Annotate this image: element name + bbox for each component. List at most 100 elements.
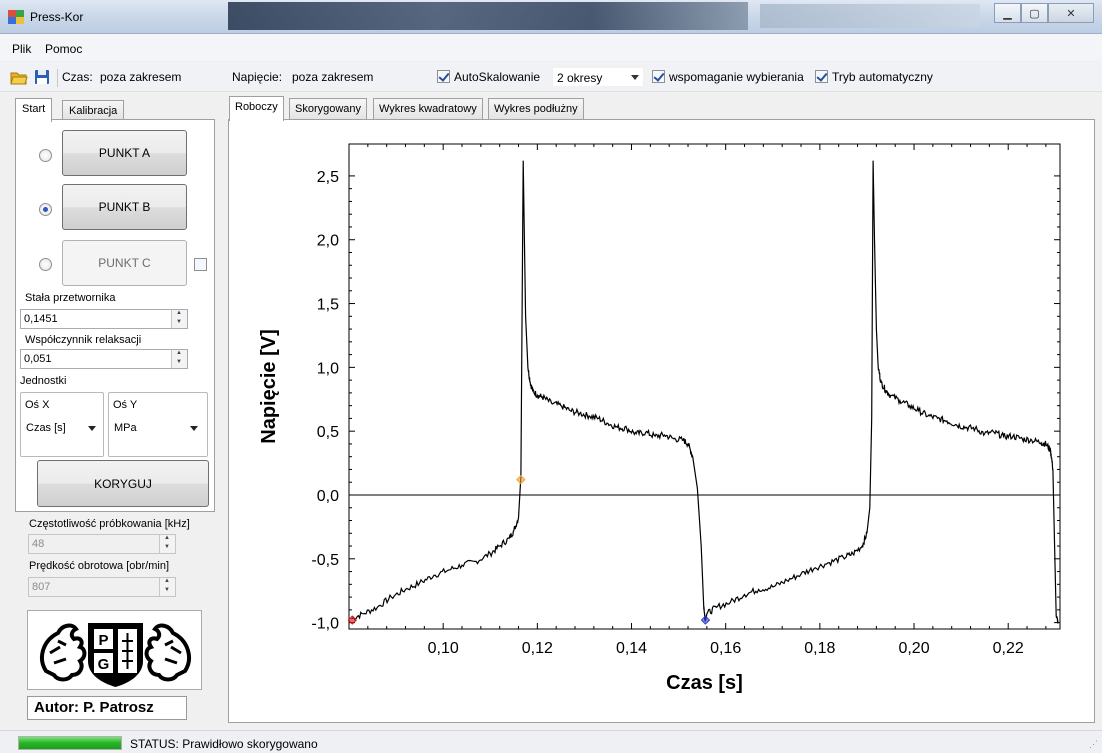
auto-mode-label: Tryb automatyczny [832, 70, 933, 84]
tab-start[interactable]: Start [15, 98, 53, 122]
autoscale-checkbox[interactable]: AutoSkalowanie [437, 70, 540, 84]
axis-y-value: MPa [114, 422, 137, 434]
progress-fill [19, 737, 121, 749]
auto-mode-checkbox[interactable]: Tryb automatyczny [815, 70, 933, 84]
assist-label: wspomaganie wybierania [669, 70, 804, 84]
axis-x-group: Oś X Czas [s] [20, 392, 104, 457]
axis-y-group: Oś Y MPa [108, 392, 208, 457]
checkbox-mark-icon [652, 70, 665, 83]
status-label: STATUS: [130, 737, 179, 751]
menu-plik[interactable]: Plik [12, 42, 31, 56]
chevron-down-icon [88, 426, 96, 431]
y-tick-label: 1,0 [317, 360, 339, 377]
status-progress [18, 736, 122, 750]
tab-roboczy[interactable]: Roboczy [229, 96, 284, 121]
time-label: Czas: [62, 70, 93, 84]
x-tick-label: 0,18 [804, 640, 835, 657]
axis-x-dropdown[interactable]: Czas [s] [24, 417, 100, 437]
status-bar: STATUS: Prawidłowo skorygowano ⋰ [0, 730, 1102, 753]
point-c-button[interactable]: PUNKT C [62, 240, 187, 286]
menu-bar: Plik Pomoc [0, 34, 1102, 61]
save-icon[interactable] [34, 69, 50, 85]
close-icon: ✕ [1066, 7, 1076, 20]
sampling-label: Częstotliwość próbkowania [kHz] [29, 518, 190, 530]
maximize-button[interactable]: ▢ [1021, 3, 1048, 23]
voltage-label: Napięcie: [232, 70, 283, 84]
close-button[interactable]: ✕ [1048, 3, 1094, 23]
tab-calibration[interactable]: Kalibracja [62, 100, 125, 120]
background-window-blur [228, 2, 748, 30]
y-tick-label: -1,0 [311, 616, 339, 633]
background-window-blur-2 [760, 4, 980, 28]
point-c-checkbox[interactable] [194, 258, 207, 271]
x-tick-label: 0,22 [993, 640, 1024, 657]
svg-text:P: P [98, 632, 108, 649]
transducer-value: 0,1451 [24, 313, 58, 325]
periods-dropdown[interactable]: 2 okresy [552, 67, 644, 87]
title-bar: Press-Kor ▁ ▢ ✕ [0, 0, 1102, 34]
point-b-button[interactable]: PUNKT B [62, 184, 187, 230]
x-axis-title: Czas [s] [666, 672, 743, 694]
plot-area [348, 143, 1061, 630]
checkbox-mark-icon [437, 70, 450, 83]
speed-input[interactable]: 807 [28, 577, 176, 597]
author-label: Autor: P. Patrosz [27, 696, 187, 720]
chevron-down-icon [190, 426, 198, 431]
y-tick-label: 1,5 [317, 297, 339, 314]
tab-wykres-kwadratowy[interactable]: Wykres kwadratowy [373, 98, 483, 120]
axis-x-label: Oś X [25, 399, 50, 411]
crest-icon: P G [40, 623, 191, 687]
x-tick-label: 0,16 [710, 640, 741, 657]
sampling-input[interactable]: 48 [28, 534, 176, 554]
minimize-button[interactable]: ▁ [994, 3, 1021, 23]
start-panel: PUNKT A PUNKT B PUNKT C Stała przetworni… [15, 119, 215, 512]
point-b-radio[interactable] [39, 203, 52, 216]
relaxation-input[interactable]: 0,051 [20, 349, 188, 369]
voltage-chart[interactable]: -1,0 -0,5 0,0 0,5 1,0 1,5 2,0 2,5 0,10 0,12 0,14 0,… [241, 124, 1087, 714]
y-tick-label: 2,5 [317, 169, 339, 186]
time-value: poza zakresem [100, 70, 182, 84]
speed-value: 807 [32, 581, 51, 593]
sampling-value: 48 [32, 538, 45, 550]
maximize-icon: ▢ [1029, 7, 1040, 20]
toolbar: Czas: poza zakresem Napięcie: poza zakre… [0, 62, 1102, 92]
point-a-button[interactable]: PUNKT A [62, 130, 187, 176]
resize-grip-icon[interactable]: ⋰ [1089, 739, 1098, 750]
assist-checkbox[interactable]: wspomaganie wybierania [652, 70, 804, 84]
voltage-value: poza zakresem [292, 70, 374, 84]
x-tick-label: 0,20 [898, 640, 929, 657]
relaxation-label: Współczynnik relaksacji [25, 334, 142, 346]
y-tick-label: 2,0 [317, 233, 339, 250]
x-tick-label: 0,12 [522, 640, 553, 657]
chevron-down-icon [631, 75, 639, 80]
relaxation-value: 0,051 [24, 353, 52, 365]
app-icon [8, 10, 24, 24]
units-label: Jednostki [20, 375, 67, 387]
open-folder-icon[interactable] [10, 70, 28, 85]
y-tick-label: 0,0 [317, 488, 339, 505]
spinner-arrows-icon[interactable] [171, 350, 187, 368]
axis-x-value: Czas [s] [26, 422, 66, 434]
tab-wykres-podluzny[interactable]: Wykres podłużny [488, 98, 584, 120]
toolbar-separator [57, 69, 58, 87]
svg-text:G: G [98, 656, 110, 673]
menu-pomoc[interactable]: Pomoc [45, 42, 82, 56]
tab-skorygowany[interactable]: Skorygowany [289, 98, 368, 120]
speed-label: Prędkość obrotowa [obr/min] [29, 560, 170, 572]
y-tick-label: 0,5 [317, 424, 339, 441]
spinner-arrows-icon[interactable] [171, 310, 187, 328]
checkbox-mark-icon [815, 70, 828, 83]
axis-y-dropdown[interactable]: MPa [112, 417, 202, 437]
periods-value: 2 okresy [557, 71, 603, 85]
axis-y-label: Oś Y [113, 399, 138, 411]
y-axis-title: Napięcie [V] [258, 329, 280, 443]
spinner-arrows-icon[interactable] [159, 535, 175, 553]
y-tick-label: -0,5 [311, 552, 339, 569]
autoscale-label: AutoSkalowanie [454, 70, 541, 84]
spinner-arrows-icon[interactable] [159, 578, 175, 596]
correct-button[interactable]: KORYGUJ [37, 460, 209, 507]
point-c-radio[interactable] [39, 258, 52, 271]
transducer-input[interactable]: 0,1451 [20, 309, 188, 329]
point-a-radio[interactable] [39, 149, 52, 162]
transducer-label: Stała przetwornika [25, 292, 116, 304]
